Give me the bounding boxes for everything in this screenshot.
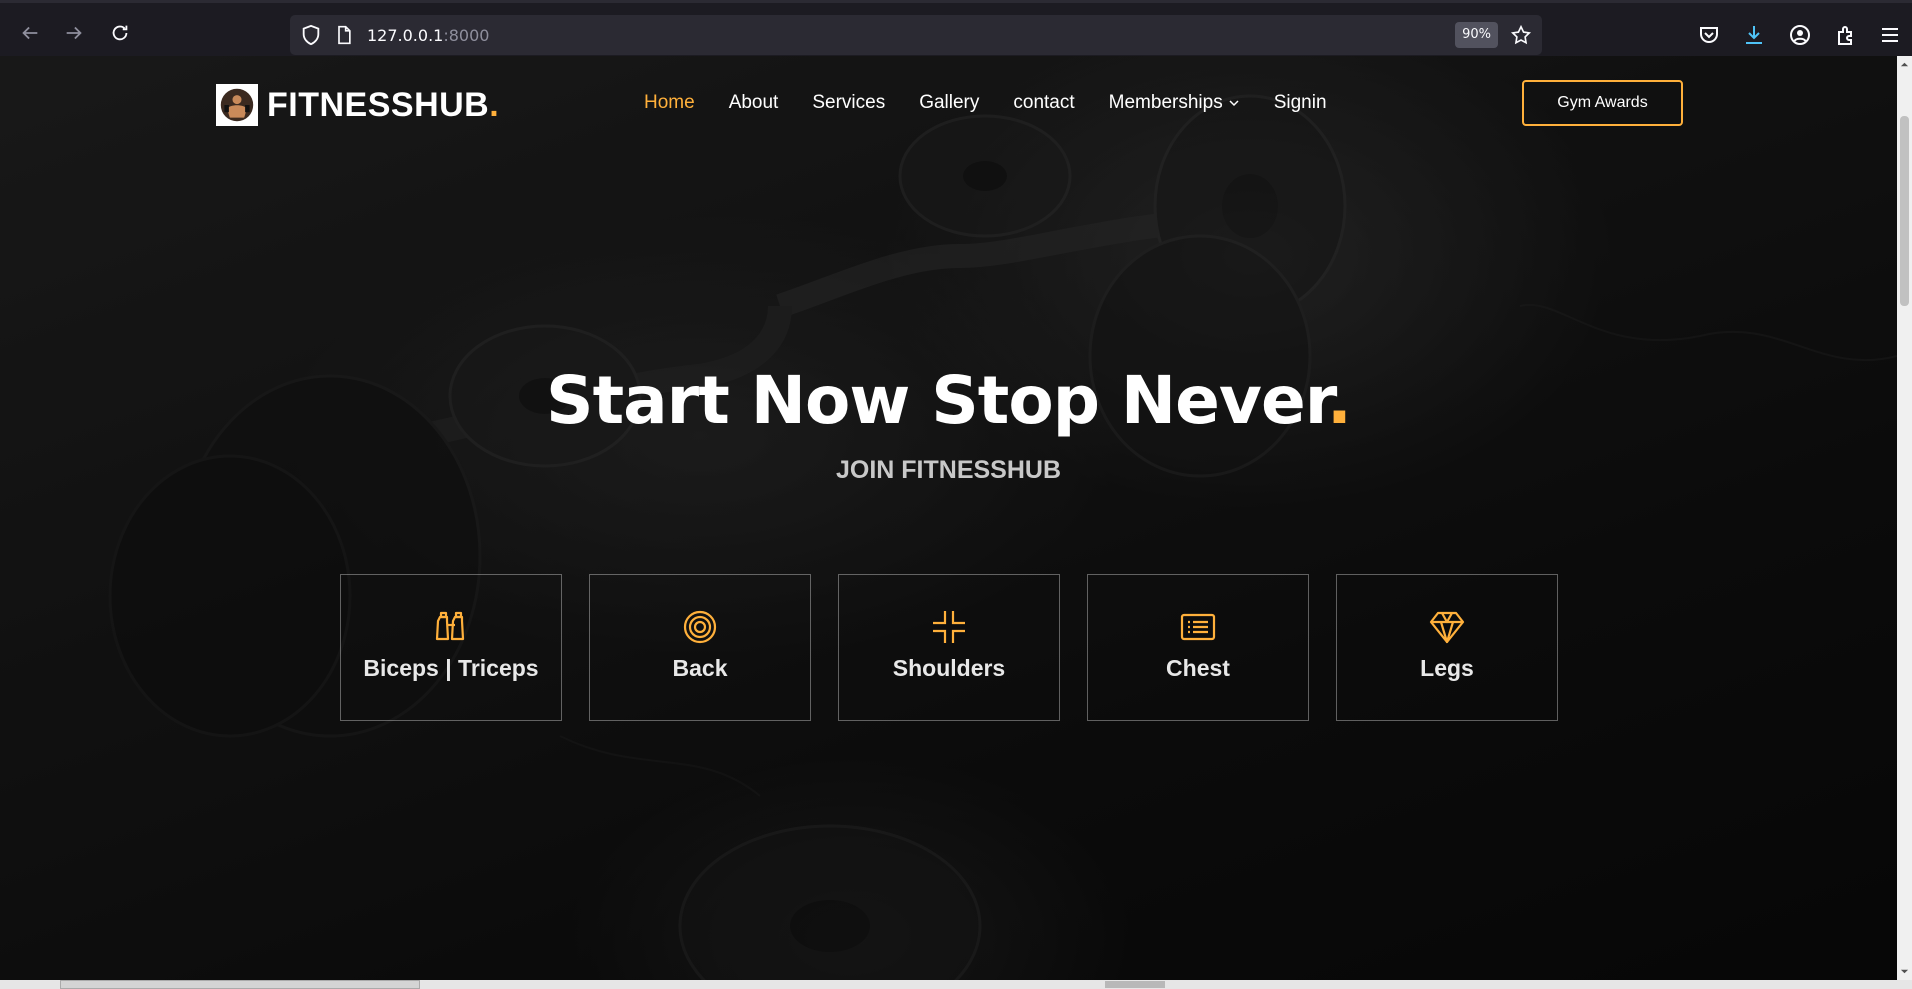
logo-dot: . <box>489 85 500 124</box>
logo-text: FITNESSHUB. <box>267 86 499 125</box>
card-label: Chest <box>1166 655 1230 681</box>
card-biceps-triceps[interactable]: Biceps | Triceps <box>340 574 562 721</box>
url-text[interactable]: 127.0.0.1:8000 <box>367 26 489 45</box>
arrow-right-icon <box>66 26 82 40</box>
browser-toolbar: 127.0.0.1:8000 90% <box>0 0 1912 56</box>
compress-arrows-icon <box>933 611 965 643</box>
site-logo[interactable]: FITNESSHUB. <box>216 84 499 126</box>
bodybuilder-icon <box>220 88 254 122</box>
main-nav: Home About Services Gallery contact Memb… <box>644 92 1361 114</box>
diamond-icon <box>1429 611 1465 644</box>
logo-image <box>216 84 258 126</box>
card-label: Legs <box>1420 655 1474 681</box>
chevron-down-icon <box>1229 100 1239 107</box>
arrow-left-icon <box>22 26 38 40</box>
binoculars-icon <box>435 611 465 641</box>
target-icon <box>683 610 717 644</box>
hero-background-image <box>0 56 1897 980</box>
bookmark-star-icon[interactable] <box>1510 24 1532 46</box>
card-chest[interactable]: Chest <box>1087 574 1309 721</box>
hero-subtitle: JOIN FITNESSHUB <box>835 456 1062 484</box>
url-bar[interactable]: 127.0.0.1:8000 90% <box>290 15 1542 55</box>
extensions-icon[interactable] <box>1834 23 1858 47</box>
reload-icon <box>112 25 128 41</box>
scroll-down-icon[interactable] <box>1900 967 1909 976</box>
forward-button[interactable] <box>60 19 88 47</box>
card-label: Biceps | Triceps <box>363 655 539 681</box>
nav-item-gallery[interactable]: Gallery <box>919 92 979 114</box>
list-card-icon <box>1180 613 1216 641</box>
hero-title-text: Start Now Stop Never <box>546 362 1328 439</box>
card-shoulders[interactable]: Shoulders <box>838 574 1060 721</box>
nav-item-memberships-label: Memberships <box>1108 92 1223 113</box>
card-label: Back <box>672 655 728 681</box>
card-label: Shoulders <box>892 655 1006 681</box>
menu-icon[interactable] <box>1878 23 1902 47</box>
page-icon[interactable] <box>334 24 354 46</box>
download-icon[interactable] <box>1742 23 1766 47</box>
nav-item-signin[interactable]: Signin <box>1274 92 1327 114</box>
reload-button[interactable] <box>106 19 134 47</box>
hero-title: Start Now Stop Never. <box>0 362 1897 439</box>
workout-cards: Biceps | Triceps Back Shoulders Chest Le… <box>340 574 1585 721</box>
card-back[interactable]: Back <box>589 574 811 721</box>
horizontal-scrollbar-thumb[interactable] <box>1105 981 1165 988</box>
url-host: 127.0.0.1 <box>367 26 444 45</box>
url-port: :8000 <box>443 26 490 45</box>
nav-item-memberships[interactable]: Memberships <box>1109 92 1240 114</box>
nav-item-contact[interactable]: contact <box>1013 92 1074 114</box>
nav-item-services[interactable]: Services <box>812 92 885 114</box>
page-viewport: FITNESSHUB. Home About Services Gallery … <box>0 56 1897 980</box>
scroll-up-icon[interactable] <box>1900 60 1909 69</box>
bottom-bar <box>0 980 1912 989</box>
shield-icon[interactable] <box>300 24 322 46</box>
vertical-scrollbar[interactable] <box>1897 56 1912 980</box>
account-icon[interactable] <box>1788 23 1812 47</box>
zoom-level[interactable]: 90% <box>1455 22 1498 48</box>
scrollbar-thumb[interactable] <box>1900 116 1909 306</box>
hero-title-dot: . <box>1326 362 1352 439</box>
status-strip <box>60 980 420 989</box>
card-legs[interactable]: Legs <box>1336 574 1558 721</box>
logo-name: FITNESSHUB <box>267 85 490 124</box>
gym-awards-button[interactable]: Gym Awards <box>1522 80 1683 126</box>
nav-item-home[interactable]: Home <box>644 92 695 114</box>
nav-item-about[interactable]: About <box>729 92 779 114</box>
pocket-icon[interactable] <box>1697 23 1721 47</box>
back-button[interactable] <box>16 19 44 47</box>
